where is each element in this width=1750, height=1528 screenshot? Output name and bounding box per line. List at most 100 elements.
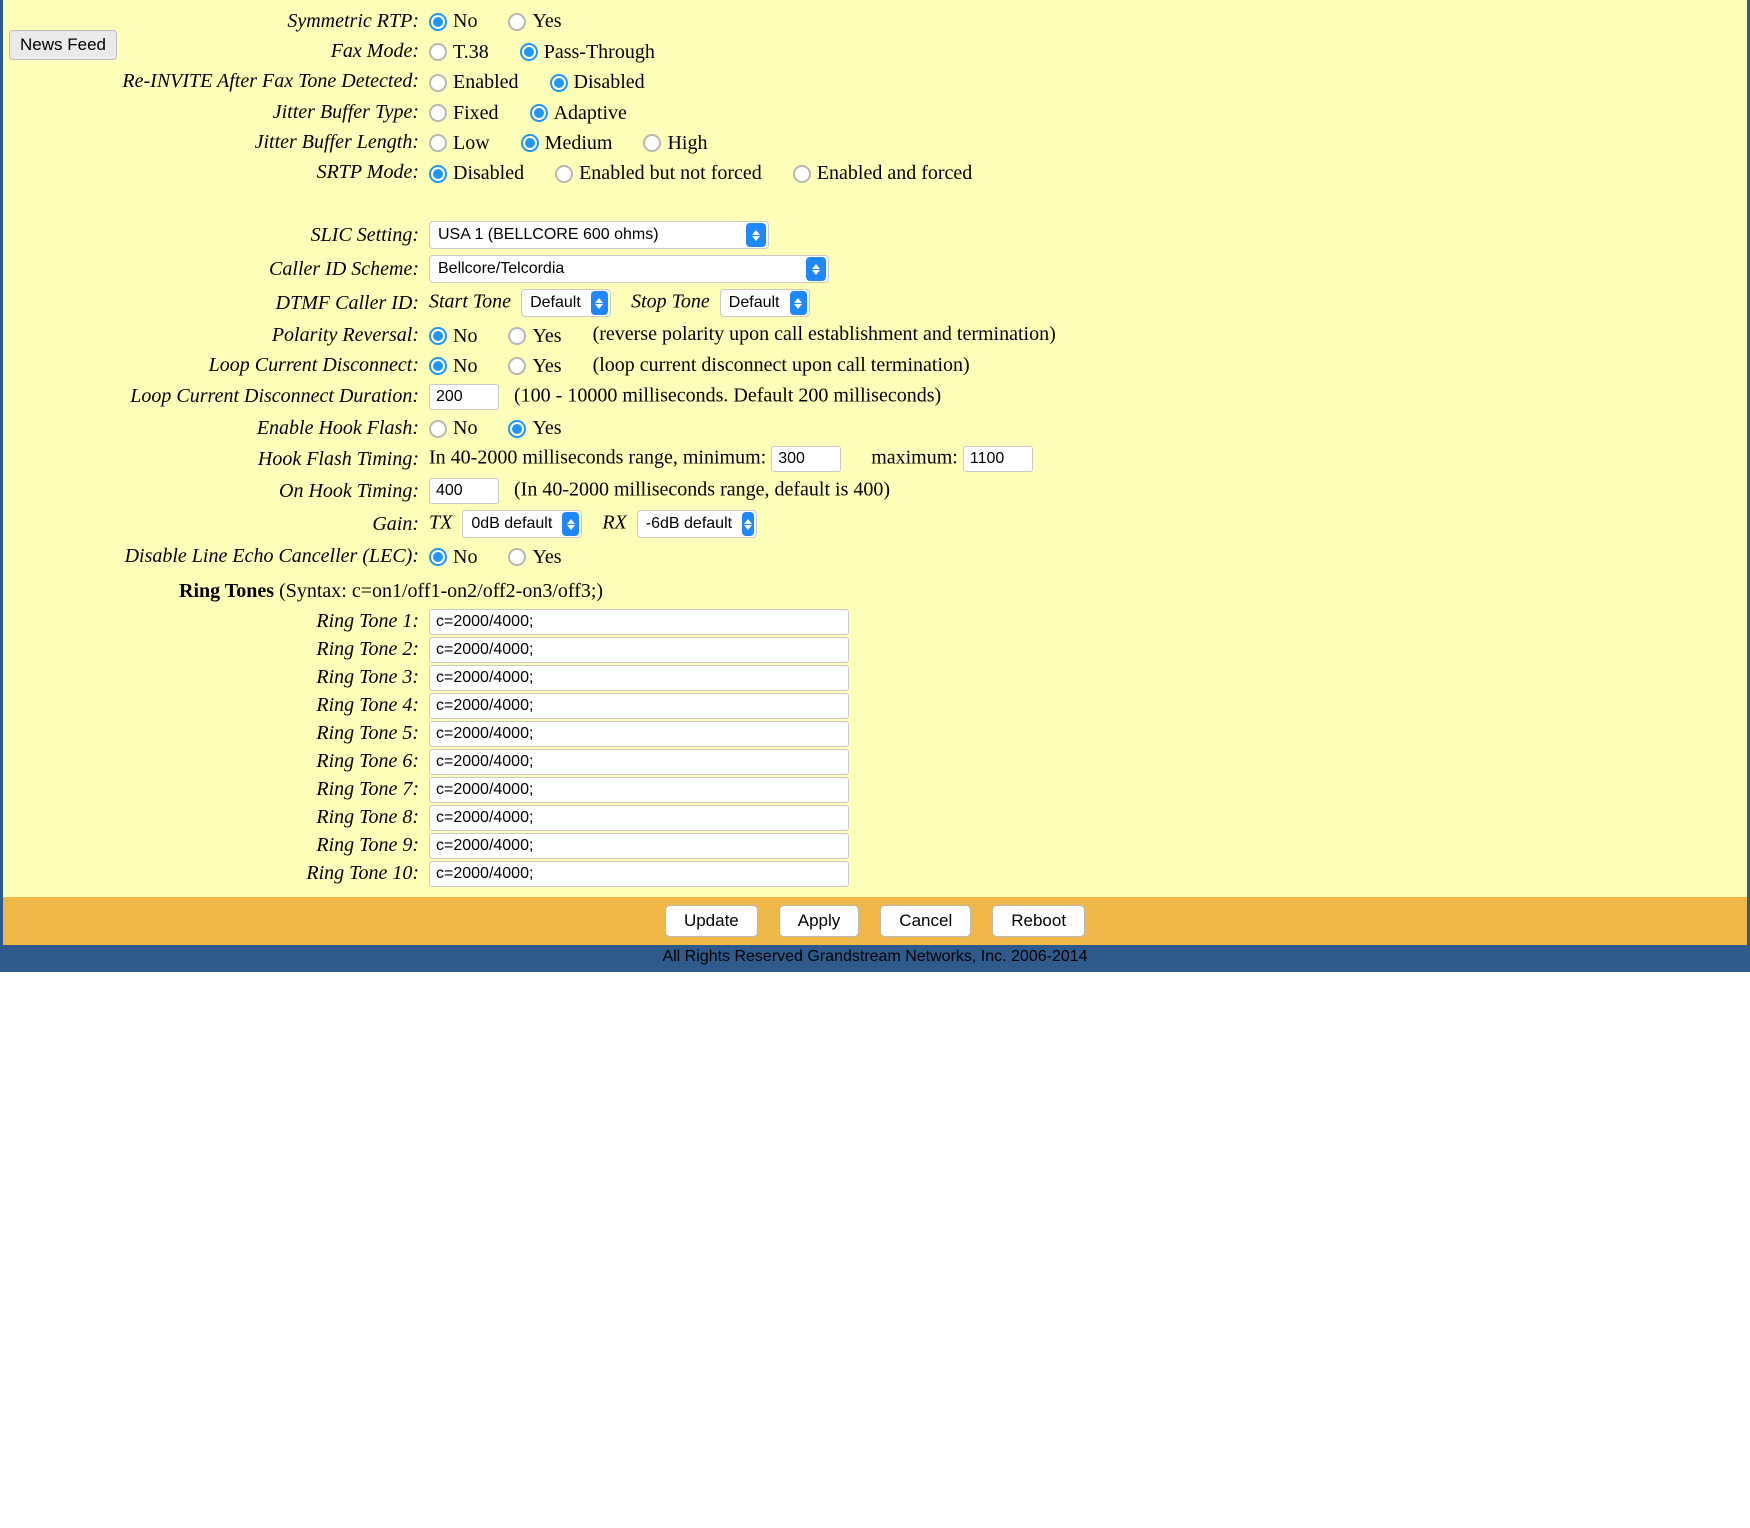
select-cid-scheme[interactable]: Bellcore/Telcordia <box>429 255 829 283</box>
radio-jitter-medium[interactable] <box>521 134 539 152</box>
label-dtmf-cid: DTMF Caller ID: <box>9 286 429 320</box>
label-gain: Gain: <box>9 507 429 541</box>
ring-tone-label: Ring Tone 4: <box>9 694 429 717</box>
cancel-button[interactable]: Cancel <box>880 905 971 937</box>
select-slic[interactable]: USA 1 (BELLCORE 600 ohms) <box>429 221 769 249</box>
label-lec: Disable Line Echo Canceller (LEC): <box>9 541 429 571</box>
start-tone-label: Start Tone <box>429 291 511 313</box>
radio-polarity-no[interactable] <box>429 327 447 345</box>
input-on-hook[interactable] <box>429 478 499 504</box>
chevron-updown-icon <box>746 223 766 247</box>
apply-button[interactable]: Apply <box>779 905 860 937</box>
row-loop-duration: Loop Current Disconnect Duration: (100 -… <box>9 381 1741 413</box>
chevron-updown-icon <box>591 291 608 315</box>
radio-reinvite-enabled[interactable] <box>429 74 447 92</box>
select-stop-tone[interactable]: Default <box>720 289 810 317</box>
row-hook-timing: Hook Flash Timing: In 40-2000 millisecon… <box>9 443 1741 475</box>
radio-lec-yes[interactable] <box>508 548 526 566</box>
row-slic: SLIC Setting: USA 1 (BELLCORE 600 ohms) <box>9 218 1741 252</box>
radio-srtp-disabled[interactable] <box>429 165 447 183</box>
ring-tone-label: Ring Tone 5: <box>9 722 429 745</box>
radio-reinvite-disabled[interactable] <box>550 74 568 92</box>
radio-hookflash-no[interactable] <box>429 420 447 438</box>
row-jitter-length: Jitter Buffer Length: Low Medium High <box>9 127 1741 157</box>
input-loop-duration[interactable] <box>429 384 499 410</box>
label-cid-scheme: Caller ID Scheme: <box>9 252 429 286</box>
radio-symmetric-rtp-yes[interactable] <box>508 13 526 31</box>
ring-tone-input[interactable] <box>429 805 849 831</box>
radio-jitter-fixed[interactable] <box>429 104 447 122</box>
radio-polarity-yes[interactable] <box>508 327 526 345</box>
row-lec: Disable Line Echo Canceller (LEC): No Ye… <box>9 541 1741 571</box>
ring-tone-label: Ring Tone 8: <box>9 806 429 829</box>
select-gain-rx[interactable]: -6dB default <box>637 510 757 538</box>
ring-tone-input[interactable] <box>429 609 849 635</box>
ring-tone-input[interactable] <box>429 721 849 747</box>
hook-timing-prefix: In 40-2000 milliseconds range, minimum: <box>429 447 766 469</box>
label-on-hook: On Hook Timing: <box>9 475 429 507</box>
gain-tx-label: TX <box>429 512 452 534</box>
ring-tone-input[interactable] <box>429 693 849 719</box>
label-loop-duration: Loop Current Disconnect Duration: <box>9 381 429 413</box>
row-jitter-type: Jitter Buffer Type: Fixed Adaptive <box>9 97 1741 127</box>
row-dtmf-cid: DTMF Caller ID: Start Tone Default Stop … <box>9 286 1741 320</box>
radio-jitter-high[interactable] <box>643 134 661 152</box>
radio-jitter-low[interactable] <box>429 134 447 152</box>
radio-symmetric-rtp-no[interactable] <box>429 13 447 31</box>
label-polarity: Polarity Reversal: <box>9 320 429 350</box>
update-button[interactable]: Update <box>665 905 758 937</box>
radio-loopdisc-no[interactable] <box>429 357 447 375</box>
footer: All Rights Reserved Grandstream Networks… <box>3 945 1747 969</box>
ring-tone-label: Ring Tone 9: <box>9 834 429 857</box>
ring-tone-input[interactable] <box>429 861 849 887</box>
ring-tone-label: Ring Tone 3: <box>9 666 429 689</box>
news-feed-button[interactable]: News Feed <box>9 30 117 60</box>
ring-tone-label: Ring Tone 6: <box>9 750 429 773</box>
ring-tone-input[interactable] <box>429 749 849 775</box>
input-hook-max[interactable] <box>963 446 1033 472</box>
ring-tone-input[interactable] <box>429 833 849 859</box>
ring-tone-row: Ring Tone 2: <box>9 637 1741 663</box>
ring-tone-row: Ring Tone 7: <box>9 777 1741 803</box>
ring-tone-label: Ring Tone 2: <box>9 638 429 661</box>
ring-tones-section: Ring Tones (Syntax: c=on1/off1-on2/off2-… <box>9 580 1741 887</box>
row-fax-mode: Fax Mode: T.38 Pass-Through <box>9 36 1741 66</box>
row-on-hook: On Hook Timing: (In 40-2000 milliseconds… <box>9 475 1741 507</box>
row-loop-disconnect: Loop Current Disconnect: No Yes (loop cu… <box>9 351 1741 381</box>
radio-hookflash-yes[interactable] <box>508 420 526 438</box>
radio-srtp-enabled-notforced[interactable] <box>555 165 573 183</box>
chevron-updown-icon <box>806 257 826 281</box>
label-jitter-type: Jitter Buffer Type: <box>9 97 429 127</box>
label-reinvite-fax: Re-INVITE After Fax Tone Detected: <box>9 67 429 97</box>
hook-timing-max-label: maximum: <box>871 447 958 469</box>
ring-tone-row: Ring Tone 1: <box>9 609 1741 635</box>
row-gain: Gain: TX 0dB default RX -6dB default <box>9 507 1741 541</box>
label-jitter-length: Jitter Buffer Length: <box>9 127 429 157</box>
radio-lec-no[interactable] <box>429 548 447 566</box>
settings-form: Symmetric RTP: No Yes Fax Mode: T.38 Pas… <box>9 6 1741 572</box>
select-start-tone[interactable]: Default <box>521 289 611 317</box>
ring-tone-row: Ring Tone 5: <box>9 721 1741 747</box>
radio-fax-t38[interactable] <box>429 43 447 61</box>
ring-tone-input[interactable] <box>429 637 849 663</box>
chevron-updown-icon <box>742 512 754 536</box>
radio-jitter-adaptive[interactable] <box>530 104 548 122</box>
polarity-hint: (reverse polarity upon call establishmen… <box>593 323 1056 345</box>
label-hook-timing: Hook Flash Timing: <box>9 443 429 475</box>
radio-srtp-enabled-forced[interactable] <box>793 165 811 183</box>
row-reinvite-fax: Re-INVITE After Fax Tone Detected: Enabl… <box>9 67 1741 97</box>
radio-loopdisc-yes[interactable] <box>508 357 526 375</box>
stop-tone-label: Stop Tone <box>631 291 710 313</box>
radio-fax-passthrough[interactable] <box>520 43 538 61</box>
reboot-button[interactable]: Reboot <box>992 905 1085 937</box>
label-slic: SLIC Setting: <box>9 218 429 252</box>
ring-tone-row: Ring Tone 9: <box>9 833 1741 859</box>
ring-tone-row: Ring Tone 8: <box>9 805 1741 831</box>
row-hook-flash: Enable Hook Flash: No Yes <box>9 413 1741 443</box>
ring-tone-input[interactable] <box>429 665 849 691</box>
ring-tone-input[interactable] <box>429 777 849 803</box>
loop-duration-hint: (100 - 10000 milliseconds. Default 200 m… <box>514 384 941 406</box>
select-gain-tx[interactable]: 0dB default <box>462 510 582 538</box>
ring-tone-row: Ring Tone 10: <box>9 861 1741 887</box>
input-hook-min[interactable] <box>771 446 841 472</box>
